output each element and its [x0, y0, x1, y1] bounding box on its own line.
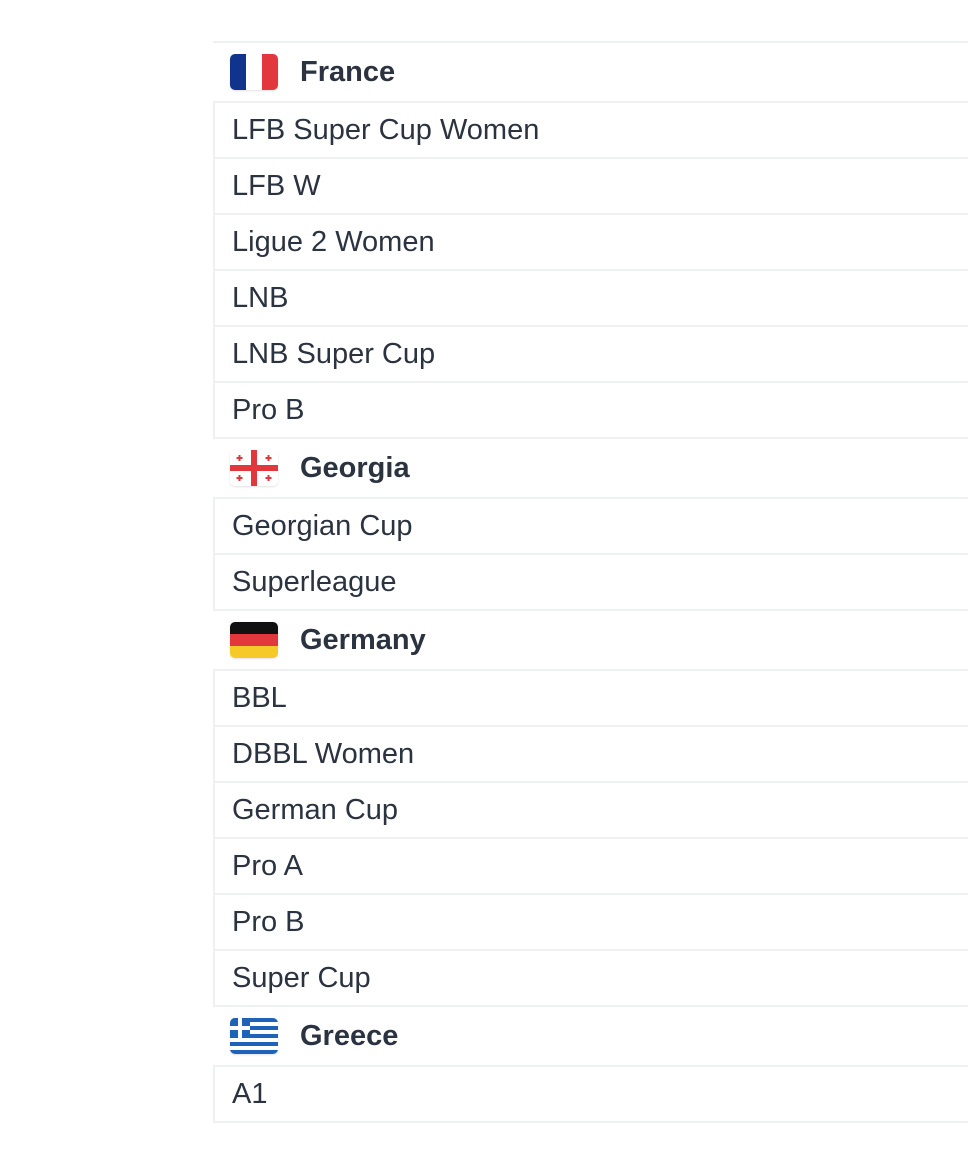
- country-header-france[interactable]: France: [213, 43, 968, 103]
- league-item[interactable]: A1: [213, 1067, 968, 1123]
- country-name: Georgia: [300, 451, 410, 484]
- league-item[interactable]: LNB: [213, 271, 968, 327]
- country-header-germany[interactable]: Germany: [213, 611, 968, 671]
- league-item[interactable]: LFB Super Cup Women: [213, 103, 968, 159]
- league-item[interactable]: Superleague: [213, 555, 968, 611]
- league-item[interactable]: Georgian Cup: [213, 499, 968, 555]
- germany-flag-icon: [230, 622, 278, 658]
- france-flag-icon: [230, 54, 278, 90]
- league-item[interactable]: Pro B: [213, 383, 968, 439]
- country-name: France: [300, 55, 396, 88]
- country-name: Greece: [300, 1019, 399, 1052]
- greece-flag-icon: [230, 1018, 278, 1054]
- league-item[interactable]: German Cup: [213, 783, 968, 839]
- league-item[interactable]: Pro B: [213, 895, 968, 951]
- country-header-greece[interactable]: Greece: [213, 1007, 968, 1067]
- league-item[interactable]: Super Cup: [213, 951, 968, 1007]
- league-item[interactable]: Ligue 2 Women: [213, 215, 968, 271]
- competitions-list: France LFB Super Cup Women LFB W Ligue 2…: [213, 41, 968, 1123]
- country-header-georgia[interactable]: Georgia: [213, 439, 968, 499]
- league-item[interactable]: DBBL Women: [213, 727, 968, 783]
- league-item[interactable]: LNB Super Cup: [213, 327, 968, 383]
- league-item[interactable]: BBL: [213, 671, 968, 727]
- country-name: Germany: [300, 623, 426, 656]
- league-item[interactable]: Pro A: [213, 839, 968, 895]
- georgia-flag-icon: [230, 450, 278, 486]
- league-item[interactable]: LFB W: [213, 159, 968, 215]
